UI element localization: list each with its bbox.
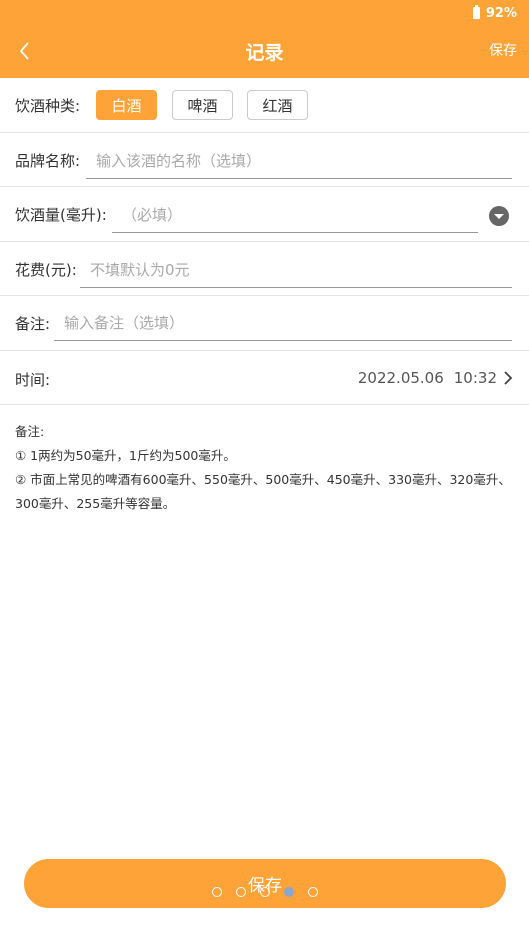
remark-row: 备注: 输入备注（选填） bbox=[0, 296, 529, 351]
notes-section: 备注: ① 1两约为50毫升，1斤约为500毫升。 ② 市面上常见的啤酒有600… bbox=[15, 420, 515, 516]
bottom-save-button[interactable]: 保存 bbox=[24, 859, 506, 908]
page-dot-active bbox=[284, 887, 294, 897]
drink-type-label: 饮酒种类: bbox=[15, 97, 81, 115]
brand-input[interactable]: 输入该酒的名称（选填） bbox=[86, 143, 512, 179]
amount-dropdown-icon[interactable] bbox=[489, 206, 509, 226]
header-save-button[interactable]: 保存 bbox=[489, 40, 517, 60]
amount-label: 饮酒量(毫升): bbox=[15, 206, 107, 224]
amount-row: 饮酒量(毫升): （必填） bbox=[0, 187, 529, 242]
remark-input[interactable]: 输入备注（选填） bbox=[54, 305, 512, 341]
nav-bar: 记录 保存 bbox=[0, 28, 529, 74]
drink-type-baijiu-button[interactable]: 白酒 bbox=[96, 90, 157, 120]
page-dot bbox=[308, 887, 318, 897]
amount-input[interactable]: （必填） bbox=[112, 197, 478, 233]
app-screen: 92% 记录 保存 饮酒种类: 白酒 啤酒 红酒 品牌名称: 输入该酒的名称（选… bbox=[0, 0, 529, 941]
page-dot bbox=[260, 887, 270, 897]
drink-type-row: 饮酒种类: 白酒 啤酒 红酒 bbox=[0, 78, 529, 133]
status-bar: 92% bbox=[472, 3, 517, 23]
drink-type-wine-button[interactable]: 红酒 bbox=[247, 90, 308, 120]
page-indicator bbox=[212, 887, 318, 897]
time-date: 2022.05.06 bbox=[357, 369, 444, 387]
remark-label: 备注: bbox=[15, 315, 51, 333]
brand-label: 品牌名称: bbox=[15, 152, 81, 170]
cost-row: 花费(元): 不填默认为0元 bbox=[0, 242, 529, 296]
cost-label: 花费(元): bbox=[15, 261, 77, 279]
time-label: 时间: bbox=[15, 371, 51, 389]
header: 92% 记录 保存 bbox=[0, 0, 529, 78]
notes-line-1: ① 1两约为50毫升，1斤约为500毫升。 bbox=[15, 448, 236, 463]
page-dot bbox=[212, 887, 222, 897]
chevron-right-icon[interactable] bbox=[501, 371, 515, 385]
battery-icon bbox=[472, 5, 480, 19]
battery-level: 92% bbox=[485, 5, 517, 21]
brand-row: 品牌名称: 输入该酒的名称（选填） bbox=[0, 133, 529, 187]
time-clock: 10:32 bbox=[453, 369, 497, 387]
time-row[interactable]: 时间: 2022.05.06 10:32 bbox=[0, 351, 529, 405]
cost-input[interactable]: 不填默认为0元 bbox=[80, 252, 512, 288]
page-dot bbox=[236, 887, 246, 897]
notes-title: 备注: bbox=[15, 424, 45, 439]
notes-line-2: ② 市面上常见的啤酒有600毫升、550毫升、500毫升、450毫升、330毫升… bbox=[15, 472, 511, 511]
time-value[interactable]: 2022.05.06 10:32 bbox=[358, 369, 497, 387]
drink-type-beer-button[interactable]: 啤酒 bbox=[172, 90, 233, 120]
page-title: 记录 bbox=[245, 42, 284, 64]
